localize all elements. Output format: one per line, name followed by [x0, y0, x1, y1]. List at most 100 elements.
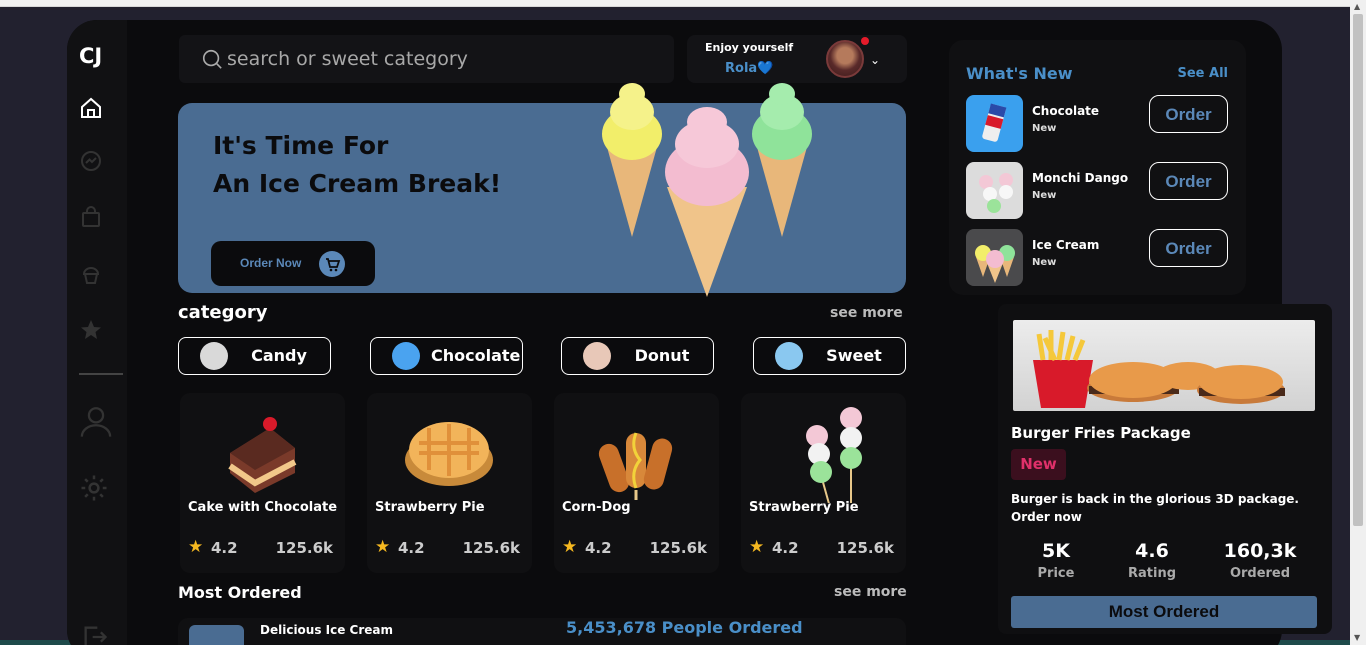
product-order-count: 125.6k: [462, 539, 520, 557]
product-card[interactable]: Strawberry Pie ★ 4.2 125.6k: [367, 393, 532, 573]
ice-cream-thumbnail: [189, 625, 244, 645]
whats-new-item-tag: New: [1032, 123, 1057, 134]
dango-thumbnail: [966, 162, 1023, 219]
new-badge-label: New: [1020, 455, 1057, 473]
product-order-count: 125.6k: [649, 539, 707, 557]
product-rating: 4.2: [398, 539, 425, 557]
star-icon: ★: [749, 537, 765, 557]
product-rating: 4.2: [211, 539, 238, 557]
product-card[interactable]: Strawberry Pie ★ 4.2 125.6k: [741, 393, 906, 573]
cupcake-icon[interactable]: [79, 262, 103, 286]
product-card[interactable]: Cake with Chocolate ★ 4.2 125.6k: [180, 393, 345, 573]
browser-top-strip: [0, 0, 1350, 7]
product-order-count: 125.6k: [275, 539, 333, 557]
donut-icon: [583, 342, 611, 370]
whats-new-item: Monchi Dango New Order: [966, 162, 1228, 220]
category-see-more-link[interactable]: see more: [830, 305, 903, 321]
most-ordered-heading: Most Ordered: [178, 583, 302, 602]
order-button-label: Order: [1165, 104, 1212, 124]
product-order-count: 125.6k: [836, 539, 894, 557]
stat-ordered: 160,3k Ordered: [1210, 540, 1310, 581]
stat-label: Ordered: [1229, 566, 1291, 581]
sidebar-divider: [79, 373, 123, 375]
order-now-button[interactable]: Order Now: [211, 241, 375, 286]
product-card[interactable]: Corn-Dog ★ 4.2 125.6k: [554, 393, 719, 573]
promo-card: Burger Fries Package New Burger is back …: [998, 304, 1332, 634]
product-name: Strawberry Pie: [375, 500, 485, 515]
most-ordered-button[interactable]: Most Ordered: [1011, 596, 1317, 628]
burger-fries-image: [1013, 320, 1315, 411]
profile-icon[interactable]: [79, 404, 113, 438]
category-sweet-button[interactable]: Sweet: [753, 337, 906, 375]
product-rating: 4.2: [772, 539, 799, 557]
category-candy-button[interactable]: Candy: [178, 337, 331, 375]
hero-title: It's Time For An Ice Cream Break!: [213, 127, 513, 203]
chocolate-icon: [392, 342, 420, 370]
brand-logo[interactable]: CJ: [79, 44, 102, 68]
star-icon: ★: [375, 537, 391, 557]
scroll-down-icon[interactable]: ▼: [1354, 633, 1360, 642]
order-now-label: Order Now: [240, 256, 302, 270]
most-ordered-see-more-link[interactable]: see more: [834, 584, 907, 600]
scrollbar-thumb[interactable]: [1353, 14, 1363, 526]
shopping-bag-icon[interactable]: [79, 205, 103, 229]
stat-price: 5K Price: [1006, 540, 1106, 581]
pie-image: [405, 422, 493, 486]
order-button[interactable]: Order: [1149, 162, 1228, 200]
whats-new-item: Chocolate New Order: [966, 95, 1228, 153]
product-name: Cake with Chocolate: [188, 500, 338, 515]
page-scrollbar[interactable]: ▲ ▼: [1350, 0, 1366, 645]
sweet-icon: [775, 342, 803, 370]
product-rating: 4.2: [585, 539, 612, 557]
chevron-down-icon[interactable]: ⌄: [870, 53, 880, 67]
hero-title-line2: An Ice Cream Break!: [213, 169, 502, 198]
whats-new-panel: What's New See All Chocolate New Order M…: [949, 40, 1246, 295]
category-donut-button[interactable]: Donut: [561, 337, 714, 375]
star-icon[interactable]: [79, 318, 103, 342]
ice-cream-cones-image: [602, 83, 812, 297]
order-button[interactable]: Order: [1149, 95, 1228, 133]
most-ordered-item-name: Delicious Ice Cream: [260, 623, 394, 637]
logout-icon[interactable]: [81, 623, 109, 645]
stat-rating: 4.6 Rating: [1102, 540, 1202, 581]
category-heading: category: [178, 302, 268, 323]
search-input[interactable]: [227, 45, 647, 73]
scroll-up-icon[interactable]: ▲: [1354, 2, 1360, 11]
stat-value: 160,3k: [1223, 540, 1297, 562]
sidebar: CJ: [67, 20, 127, 645]
see-all-link[interactable]: See All: [1178, 66, 1229, 81]
most-ordered-button-label: Most Ordered: [1108, 602, 1220, 621]
corn-dog-image: [598, 432, 673, 500]
whats-new-item-tag: New: [1032, 190, 1057, 201]
search-icon: [202, 49, 222, 69]
stat-label: Rating: [1127, 566, 1176, 581]
order-button-label: Order: [1165, 171, 1212, 191]
order-button[interactable]: Order: [1149, 229, 1228, 267]
whats-new-item-name: Chocolate: [1032, 104, 1100, 118]
category-chocolate-button[interactable]: Chocolate: [370, 337, 523, 375]
cart-icon: [319, 251, 345, 277]
messenger-icon[interactable]: [79, 149, 103, 173]
dango-image: [806, 407, 862, 503]
whats-new-item-tag: New: [1032, 257, 1057, 268]
category-label: Chocolate: [431, 346, 521, 365]
whats-new-item-name: Ice Cream: [1032, 238, 1100, 252]
category-label: Sweet: [826, 346, 882, 365]
stat-value: 5K: [1042, 540, 1070, 562]
promo-description: Burger is back in the glorious 3D packag…: [1011, 492, 1299, 524]
hero-title-line1: It's Time For: [213, 131, 389, 160]
order-button-label: Order: [1165, 238, 1212, 258]
whats-new-title: What's New: [966, 64, 1073, 83]
star-icon: ★: [188, 537, 204, 557]
notification-dot: [861, 37, 869, 45]
new-badge: New: [1011, 449, 1066, 480]
avatar[interactable]: [826, 40, 864, 78]
home-icon[interactable]: [79, 96, 103, 120]
promo-title: Burger Fries Package: [1011, 424, 1191, 442]
product-name: Corn-Dog: [562, 500, 631, 515]
settings-icon[interactable]: [79, 473, 109, 503]
user-greeting: Enjoy yourself: [705, 41, 794, 54]
stat-value: 4.6: [1135, 540, 1169, 562]
chocolate-thumbnail: [966, 95, 1023, 152]
whats-new-item-name: Monchi Dango: [1032, 171, 1129, 185]
